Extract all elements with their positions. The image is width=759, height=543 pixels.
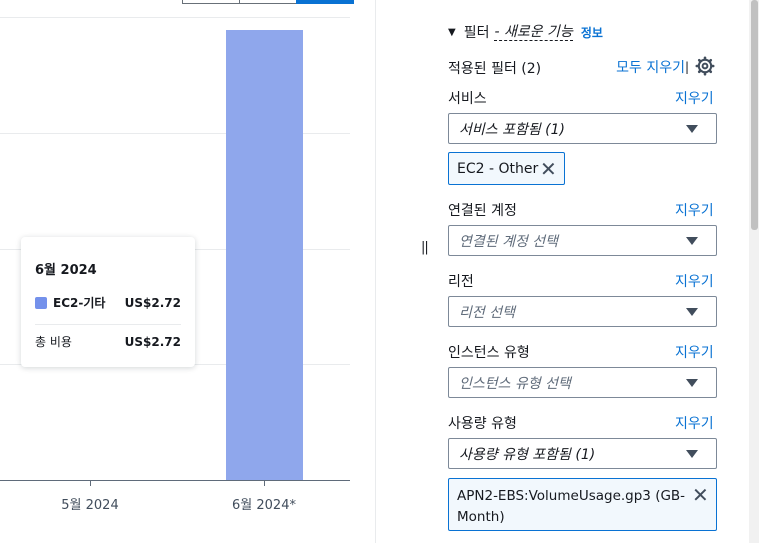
service-token-label: EC2 - Other — [457, 161, 539, 177]
separator: | — [685, 60, 690, 74]
linked-account-select[interactable]: 연결된 계정 선택 — [448, 225, 717, 256]
info-link[interactable]: 정보 — [581, 24, 603, 41]
tooltip-series: EC2-기타 — [35, 294, 105, 311]
view-toggle-group — [182, 0, 354, 4]
tooltip-total-label: 총 비용 — [35, 335, 72, 349]
caret-down-icon — [686, 237, 698, 245]
linked-account-placeholder: 연결된 계정 선택 — [459, 233, 559, 250]
filter-title: 필터 — [463, 25, 490, 41]
service-label: 서비스 — [448, 91, 487, 107]
split-gutter — [376, 0, 437, 543]
instance-type-clear-button[interactable]: 지우기 — [675, 342, 714, 362]
usage-type-clear-button[interactable]: 지우기 — [675, 413, 714, 433]
caret-down-icon — [686, 308, 698, 316]
tooltip-series-value: US$2.72 — [124, 295, 181, 310]
x-tick — [264, 480, 265, 486]
linked-account-clear-button[interactable]: 지우기 — [675, 200, 714, 220]
usage-type-token-line: Month) — [457, 509, 505, 525]
close-icon[interactable]: ✕ — [692, 485, 709, 505]
service-clear-button[interactable]: 지우기 — [675, 88, 714, 108]
tooltip-divider — [35, 324, 181, 325]
usage-type-select[interactable]: 사용량 유형 포함됨 (1) — [448, 438, 717, 469]
caret-down-icon — [686, 450, 698, 458]
legend-swatch — [35, 297, 47, 309]
caret-down-icon[interactable]: ▼ — [448, 27, 456, 38]
instance-type-label: 인스턴스 유형 — [448, 345, 530, 361]
tooltip-series-label: EC2-기타 — [53, 296, 106, 310]
x-tick — [90, 480, 91, 486]
scrollbar-thumb[interactable] — [751, 0, 758, 230]
tooltip-series-row: EC2-기타 US$2.72 — [35, 294, 181, 311]
close-icon[interactable]: ✕ — [540, 159, 557, 179]
gridline — [0, 17, 350, 18]
applied-filters-count: 적용된 필터 (2) — [448, 61, 542, 77]
view-toggle-button-active[interactable] — [296, 0, 354, 4]
usage-type-token-label: APN2-EBS:VolumeUsage.gp3 (GB- Month) — [457, 486, 685, 528]
bar[interactable] — [225, 30, 303, 480]
tooltip-total-row: 총 비용 US$2.72 — [35, 333, 181, 350]
usage-type-token-line: APN2-EBS:VolumeUsage.gp3 (GB- — [457, 488, 686, 504]
clear-all-button[interactable]: 모두 지우기 — [616, 57, 685, 77]
cost-chart: 5월 2024 6월 2024* 6월 2024 EC2-기타 US$2.72 … — [0, 0, 375, 543]
filter-panel: ▼ 필터 - 새로운 기능 정보 적용된 필터 (2) 모두 지우기 | 서비스… — [437, 0, 749, 543]
view-toggle-button[interactable] — [182, 0, 240, 4]
region-select[interactable]: 리전 선택 — [448, 296, 717, 327]
region-clear-button[interactable]: 지우기 — [675, 271, 714, 291]
region-label: 리전 — [448, 274, 474, 290]
linked-account-label: 연결된 계정 — [448, 203, 517, 219]
x-tick-label: 6월 2024* — [232, 498, 296, 513]
caret-down-icon — [686, 379, 698, 387]
usage-type-label: 사용량 유형 — [448, 416, 517, 432]
service-select[interactable]: 서비스 포함됨 (1) — [448, 113, 717, 144]
view-toggle-button[interactable] — [239, 0, 297, 4]
instance-type-select[interactable]: 인스턴스 유형 선택 — [448, 367, 717, 398]
instance-type-placeholder: 인스턴스 유형 선택 — [459, 375, 571, 392]
usage-type-token: APN2-EBS:VolumeUsage.gp3 (GB- Month) ✕ — [448, 478, 717, 531]
filter-header[interactable]: ▼ 필터 - 새로운 기능 정보 — [448, 22, 603, 42]
usage-type-select-value: 사용량 유형 포함됨 (1) — [459, 446, 596, 463]
caret-down-icon — [686, 125, 698, 133]
chart-tooltip: 6월 2024 EC2-기타 US$2.72 총 비용 US$2.72 — [21, 237, 195, 367]
gear-icon[interactable] — [695, 56, 715, 76]
service-select-value: 서비스 포함됨 (1) — [459, 121, 566, 138]
x-axis — [0, 480, 350, 481]
service-token: EC2 - Other ✕ — [448, 152, 565, 185]
resize-handle[interactable]: || — [421, 240, 429, 255]
new-feature-label: - 새로운 기능 — [494, 23, 573, 41]
tooltip-title: 6월 2024 — [35, 263, 97, 278]
panel-divider — [375, 0, 376, 543]
tooltip-total-value: US$2.72 — [124, 334, 181, 349]
region-placeholder: 리전 선택 — [459, 304, 515, 321]
x-tick-label: 5월 2024 — [61, 498, 119, 513]
